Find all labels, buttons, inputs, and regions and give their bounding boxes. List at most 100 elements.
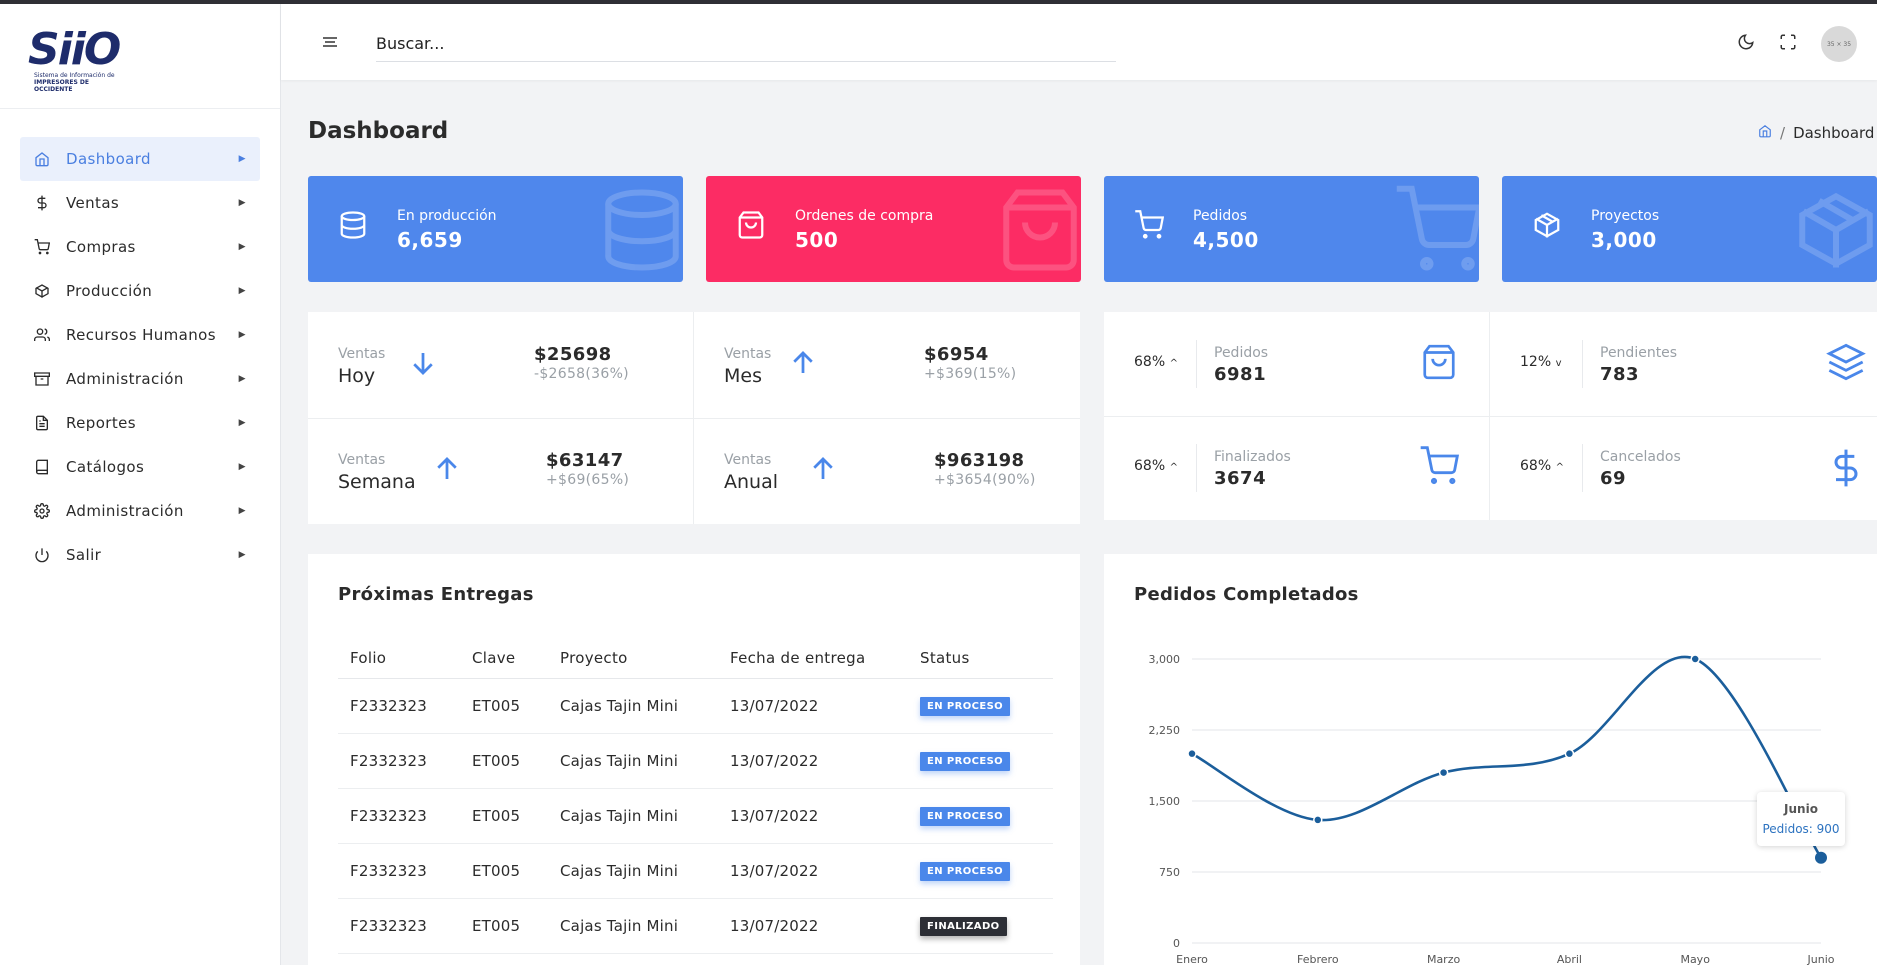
caret-right-icon: ▶ [238, 418, 246, 428]
data-point [1438, 767, 1449, 778]
x-tick-label: Mayo [1680, 953, 1710, 965]
sales-amount: $6954 [924, 344, 989, 365]
caret-right-icon: ▶ [238, 506, 246, 516]
cell-proyecto: Cajas Tajin Mini [548, 898, 718, 954]
avatar[interactable]: 35 × 35 [1821, 26, 1857, 62]
data-point [1187, 748, 1197, 759]
cell-clave: ET005 [460, 788, 548, 844]
stat-label: Ordenes de compra [795, 208, 934, 224]
arrow-up-icon [788, 348, 818, 378]
sidebar-item-compras[interactable]: Compras ▶ [20, 225, 260, 269]
stat-card-proyectos[interactable]: Proyectos 3,000 [1502, 176, 1877, 282]
kpi-label: Pendientes [1600, 345, 1678, 361]
sidebar-item-reportes[interactable]: Reportes ▶ [20, 401, 260, 445]
sales-diff: -$2658(36%) [534, 366, 629, 382]
cart-icon [34, 239, 50, 255]
sidebar-item-recursos-humanos[interactable]: Recursos Humanos ▶ [20, 313, 260, 357]
stat-label: Pedidos [1193, 208, 1248, 224]
users-icon [34, 327, 50, 343]
header-actions: 35 × 35 [1737, 26, 1857, 62]
orders-line-chart[interactable]: 0 750 1,500 2,250 3,000 Enero Febrero Marzo Abri… [1104, 554, 1877, 965]
app-logo[interactable]: SiiO Sistema de Información de IMPRESORE… [28, 28, 128, 94]
kpi-percent: 68% ^ [1134, 458, 1178, 474]
sidebar-item-dashboard[interactable]: Dashboard ▶ [20, 137, 260, 181]
sidebar: SiiO Sistema de Información de IMPRESORE… [0, 4, 281, 965]
shopping-bag-icon [995, 180, 1081, 280]
sales-period: Hoy [338, 365, 376, 387]
x-tick-label: Junio [1807, 953, 1835, 965]
sales-amount: $963198 [934, 450, 1025, 471]
kpi-divider [1582, 444, 1583, 492]
orders-kpi-panel: 68% ^ Pedidos 6981 12% v Pendientes 783 … [1104, 312, 1877, 520]
caret-right-icon: ▶ [238, 330, 246, 340]
x-tick-label: Marzo [1427, 953, 1461, 965]
col-clave[interactable]: Clave [460, 638, 548, 679]
cell-folio: F2332323 [338, 678, 460, 734]
kpi-label: Pedidos [1214, 345, 1269, 361]
table-row[interactable]: F2332323 ET005 Cajas Tajin Mini 13/07/20… [338, 733, 1053, 789]
cell-clave: ET005 [460, 678, 548, 734]
kpi-value: 69 [1600, 468, 1627, 489]
kpi-cancelados: 68% ^ Cancelados 69 [1490, 416, 1877, 520]
cell-fecha: 13/07/2022 [718, 898, 908, 954]
sidebar-item-label: Catálogos [66, 458, 145, 476]
status-badge: FINALIZADO [920, 917, 1007, 936]
deliveries-table: Folio Clave Proyecto Fecha de entrega St… [338, 638, 1053, 954]
sidebar-item-administracion-config[interactable]: Administración ▶ [20, 489, 260, 533]
status-badge: EN PROCESO [920, 807, 1011, 826]
sales-diff: +$69(65%) [546, 472, 630, 488]
table-row[interactable]: F2332323 ET005 Cajas Tajin Mini 13/07/20… [338, 678, 1053, 734]
breadcrumb-separator: / [1780, 124, 1786, 142]
sidebar-item-salir[interactable]: Salir ▶ [20, 533, 260, 577]
stat-label: Proyectos [1591, 208, 1660, 224]
dark-mode-icon[interactable] [1737, 33, 1755, 55]
sales-amount: $25698 [534, 344, 612, 365]
database-icon [597, 180, 683, 280]
cell-proyecto: Cajas Tajin Mini [548, 788, 718, 844]
kpi-divider [1582, 340, 1583, 388]
caret-right-icon: ▶ [238, 286, 246, 296]
home-icon[interactable] [1758, 124, 1772, 142]
sales-today: Ventas Hoy $25698 -$2658(36%) [308, 312, 694, 418]
cell-proyecto: Cajas Tajin Mini [548, 733, 718, 789]
col-folio[interactable]: Folio [338, 638, 460, 679]
kpi-divider [1196, 340, 1197, 388]
menu-toggle-icon[interactable] [322, 34, 338, 48]
layers-icon [1826, 342, 1866, 386]
sidebar-item-ventas[interactable]: Ventas ▶ [20, 181, 260, 225]
table-row[interactable]: F2332323 ET005 Cajas Tajin Mini 13/07/20… [338, 788, 1053, 844]
kpi-percent: 12% v [1520, 354, 1562, 370]
fullscreen-icon[interactable] [1779, 33, 1797, 55]
cell-folio: F2332323 [338, 788, 460, 844]
status-badge: EN PROCESO [920, 752, 1011, 771]
cell-fecha: 13/07/2022 [718, 678, 908, 734]
sales-period: Semana [338, 471, 416, 493]
sales-week: Ventas Semana $63147 +$69(65%) [308, 418, 694, 524]
cell-folio: F2332323 [338, 898, 460, 954]
sidebar-item-produccion[interactable]: Producción ▶ [20, 269, 260, 313]
stat-card-pedidos[interactable]: Pedidos 4,500 [1104, 176, 1479, 282]
power-icon [34, 547, 50, 563]
sales-diff: +$369(15%) [924, 366, 1017, 382]
kpi-value: 3674 [1214, 468, 1267, 489]
sidebar-item-administracion[interactable]: Administración ▶ [20, 357, 260, 401]
col-status[interactable]: Status [908, 638, 1053, 679]
search-input[interactable]: Buscar... [376, 26, 1116, 62]
sidebar-item-label: Dashboard [66, 150, 151, 168]
chevron-up-icon: ^ [1169, 358, 1178, 369]
home-icon [34, 151, 50, 167]
stat-value: 6,659 [397, 228, 463, 252]
y-tick-label: 750 [1159, 866, 1180, 879]
archive-icon [34, 371, 50, 387]
cell-fecha: 13/07/2022 [718, 788, 908, 844]
kpi-label: Finalizados [1214, 449, 1291, 465]
data-point [1564, 748, 1575, 759]
stat-card-ordenes[interactable]: Ordenes de compra 500 [706, 176, 1081, 282]
sidebar-item-catalogos[interactable]: Catálogos ▶ [20, 445, 260, 489]
table-row[interactable]: F2332323 ET005 Cajas Tajin Mini 13/07/20… [338, 898, 1053, 954]
cell-status: EN PROCESO [908, 678, 1053, 734]
col-fecha[interactable]: Fecha de entrega [718, 638, 908, 679]
stat-card-produccion[interactable]: En producción 6,659 [308, 176, 683, 282]
table-row[interactable]: F2332323 ET005 Cajas Tajin Mini 13/07/20… [338, 843, 1053, 899]
col-proyecto[interactable]: Proyecto [548, 638, 718, 679]
